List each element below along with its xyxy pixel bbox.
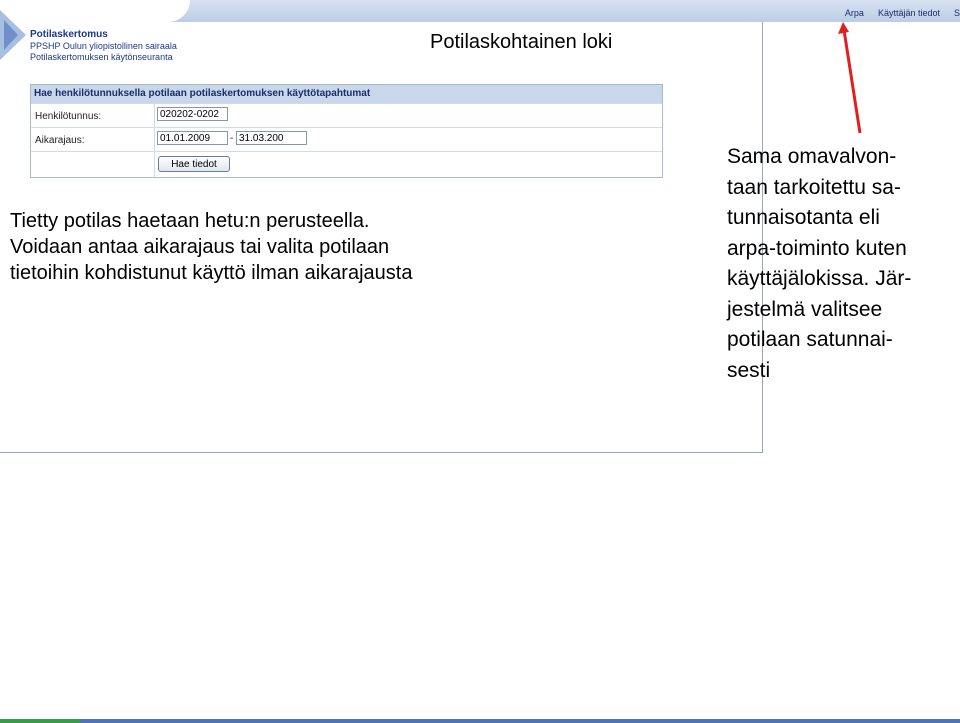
note-line: sesti bbox=[727, 358, 771, 382]
note-line: tunnaisotanta eli bbox=[727, 206, 880, 229]
description-line: Voidaan antaa aikarajaus tai valita poti… bbox=[10, 236, 390, 258]
note-line: Sama omavalvon- bbox=[727, 145, 897, 168]
arpa-link[interactable]: Arpa bbox=[845, 8, 864, 18]
ssn-label: Henkilötunnus: bbox=[35, 111, 102, 122]
range-row: Aikarajaus: bbox=[31, 127, 662, 152]
note-line: potilaan satunnai- bbox=[727, 328, 893, 351]
top-banner-logo-area bbox=[0, 0, 190, 22]
note-line: jestelmä valitsee bbox=[727, 297, 883, 321]
ssn-input[interactable]: 020202-0202 bbox=[157, 107, 228, 121]
submit-row bbox=[31, 151, 662, 178]
app-subtitle-hospital: PPSHP Oulun yliopistollinen sairaala bbox=[30, 41, 177, 51]
range-label: Aikarajaus: bbox=[35, 135, 85, 146]
range-separator: - bbox=[230, 133, 234, 144]
app-logo-icon bbox=[0, 10, 26, 60]
description-text: Tietty potilas haetaan hetu:n perusteell… bbox=[10, 208, 412, 286]
red-arrow-icon bbox=[838, 22, 862, 134]
note-line: käyttäjälokissa. Jär- bbox=[727, 267, 912, 290]
content-border-bottom bbox=[0, 452, 763, 453]
form-header: Hae henkilötunnuksella potilaan potilask… bbox=[31, 85, 662, 103]
range-start-input[interactable]: 01.01.2009 bbox=[157, 131, 228, 145]
callout-note: Sama omavalvon- taan tarkoitettu sa- tun… bbox=[727, 142, 911, 386]
range-end-input[interactable]: 31.03.200 bbox=[236, 131, 307, 145]
search-button[interactable]: Hae tiedot bbox=[158, 156, 230, 172]
ssn-row: Henkilötunnus: bbox=[31, 103, 662, 128]
note-line: arpa-toiminto kuten bbox=[727, 236, 907, 260]
search-form-panel: Hae henkilötunnuksella potilaan potilask… bbox=[30, 84, 663, 178]
description-line: Tietty potilas haetaan hetu:n perusteell… bbox=[10, 210, 370, 232]
user-info-link[interactable]: Käyttäjän tiedot bbox=[878, 8, 940, 18]
page-title: Potilaskohtainen loki bbox=[430, 31, 613, 53]
top-link-truncated[interactable]: S bbox=[954, 8, 960, 18]
bottom-bar-accent bbox=[0, 719, 80, 723]
bottom-bar bbox=[0, 719, 960, 723]
top-links: Arpa Käyttäjän tiedot S bbox=[831, 8, 960, 18]
app-subtitle-module: Potilaskertomuksen käytönseuranta bbox=[30, 52, 173, 62]
app-title: Potilaskertomus bbox=[30, 29, 108, 40]
description-line: tietoihin kohdistunut käyttö ilman aikar… bbox=[10, 262, 413, 284]
note-line: taan tarkoitettu sa- bbox=[727, 175, 901, 199]
